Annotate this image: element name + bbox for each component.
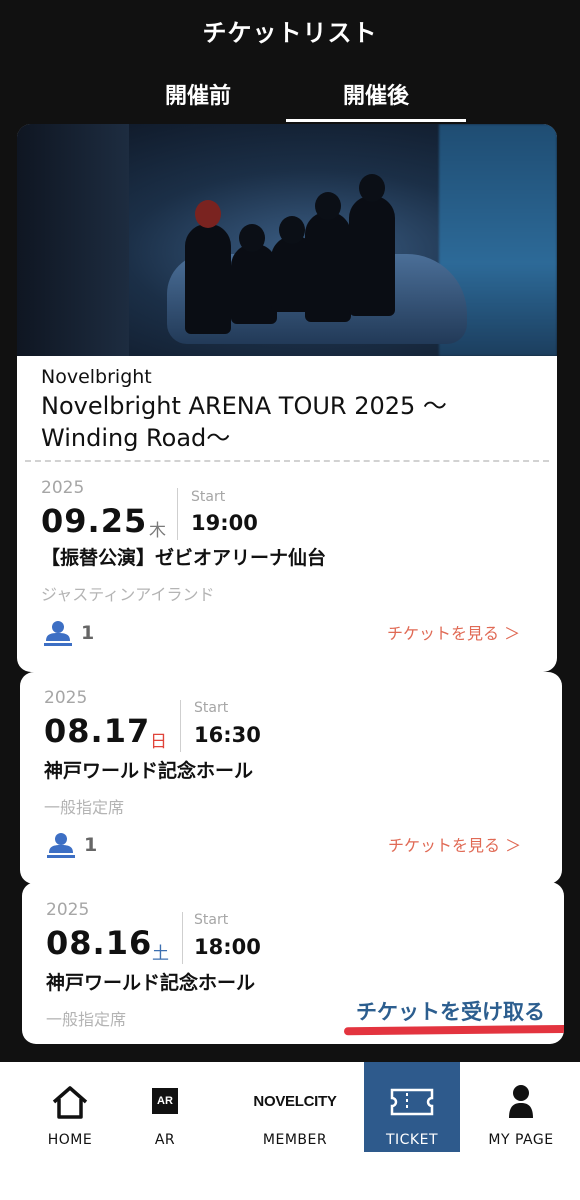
vertical-separator [182,912,183,964]
event-year: 2025 [41,478,85,498]
nav-home[interactable]: HOME [30,1062,110,1152]
day-of-week: 木 [149,521,166,541]
receive-ticket-link[interactable]: チケットを受け取る [356,996,545,1026]
event-artwork-image [17,124,557,356]
venue-name: 【振替公演】ゼビオアリーナ仙台 [41,547,327,569]
seat-type: 一般指定席 [44,798,125,817]
nav-mypage[interactable]: MY PAGE [478,1062,564,1152]
ar-icon: AR [152,1088,178,1114]
event-year: 2025 [44,688,88,708]
nav-ticket[interactable]: TICKET [364,1062,460,1152]
nav-member-label: MEMBER [262,1132,328,1148]
start-label: Start [191,489,226,505]
ticket-card[interactable]: 2025 08.17 日 Start 16:30 神戸ワールド記念ホール 一般指… [20,672,562,884]
nav-ar[interactable]: AR AR [125,1062,205,1152]
nav-home-label: HOME [47,1132,93,1148]
user-profile-icon [509,1085,533,1118]
event-date: 09.25 [41,502,148,540]
ticket-icon [390,1088,434,1116]
ticket-count: 1 [43,620,94,646]
ticket-card[interactable]: Novelbright Novelbright ARENA TOUR 2025 … [17,124,557,672]
start-label: Start [194,912,229,928]
event-year: 2025 [46,900,90,920]
event-title: Novelbright ARENA TOUR 2025 〜Winding Roa… [41,392,447,452]
venue-name: 神戸ワールド記念ホール [46,972,256,994]
nav-ar-label: AR [154,1132,176,1148]
view-ticket-link[interactable]: チケットを見る ＞ [388,832,521,856]
bottom-nav: HOME AR AR NOVELCITY MEMBER TICKET MY PA… [0,1062,580,1200]
ticket-card[interactable]: 2025 08.16 土 Start 18:00 神戸ワールド記念ホール 一般指… [22,882,564,1044]
day-of-week: 土 [152,944,169,964]
vertical-separator [180,700,181,752]
nav-mypage-label: MY PAGE [488,1132,554,1148]
tab-before-event[interactable]: 開催前 [108,66,288,122]
user-icon [44,621,72,646]
page-title: チケットリスト [202,18,378,47]
event-date: 08.17 [44,712,151,750]
user-icon [47,833,75,858]
start-time: 19:00 [191,511,258,535]
start-label: Start [194,700,229,716]
nav-ticket-label: TICKET [385,1132,439,1148]
vertical-separator [177,488,178,540]
ticket-count-value: 1 [84,834,98,856]
ticket-count: 1 [46,832,97,858]
tab-after-event[interactable]: 開催後 [286,66,466,122]
seat-type: ジャスティンアイランド [41,585,215,604]
start-time: 16:30 [194,723,261,747]
day-of-week: 日 [150,732,167,752]
venue-name: 神戸ワールド記念ホール [44,760,254,782]
app-header: チケットリスト [0,0,580,60]
seat-type: 一般指定席 [46,1010,127,1029]
dashed-divider [25,460,549,462]
view-ticket-link[interactable]: チケットを見る ＞ [387,620,520,644]
highlight-underline [343,1024,564,1036]
ticket-count-value: 1 [81,622,95,644]
event-date: 08.16 [46,924,153,962]
start-time: 18:00 [194,935,261,959]
home-icon [52,1086,88,1119]
tab-bar: 開催前 開催後 [0,66,580,122]
novelcity-logo: NOVELCITY [253,1093,337,1110]
artist-name: Novelbright [41,366,152,388]
nav-member[interactable]: NOVELCITY MEMBER [240,1062,350,1152]
